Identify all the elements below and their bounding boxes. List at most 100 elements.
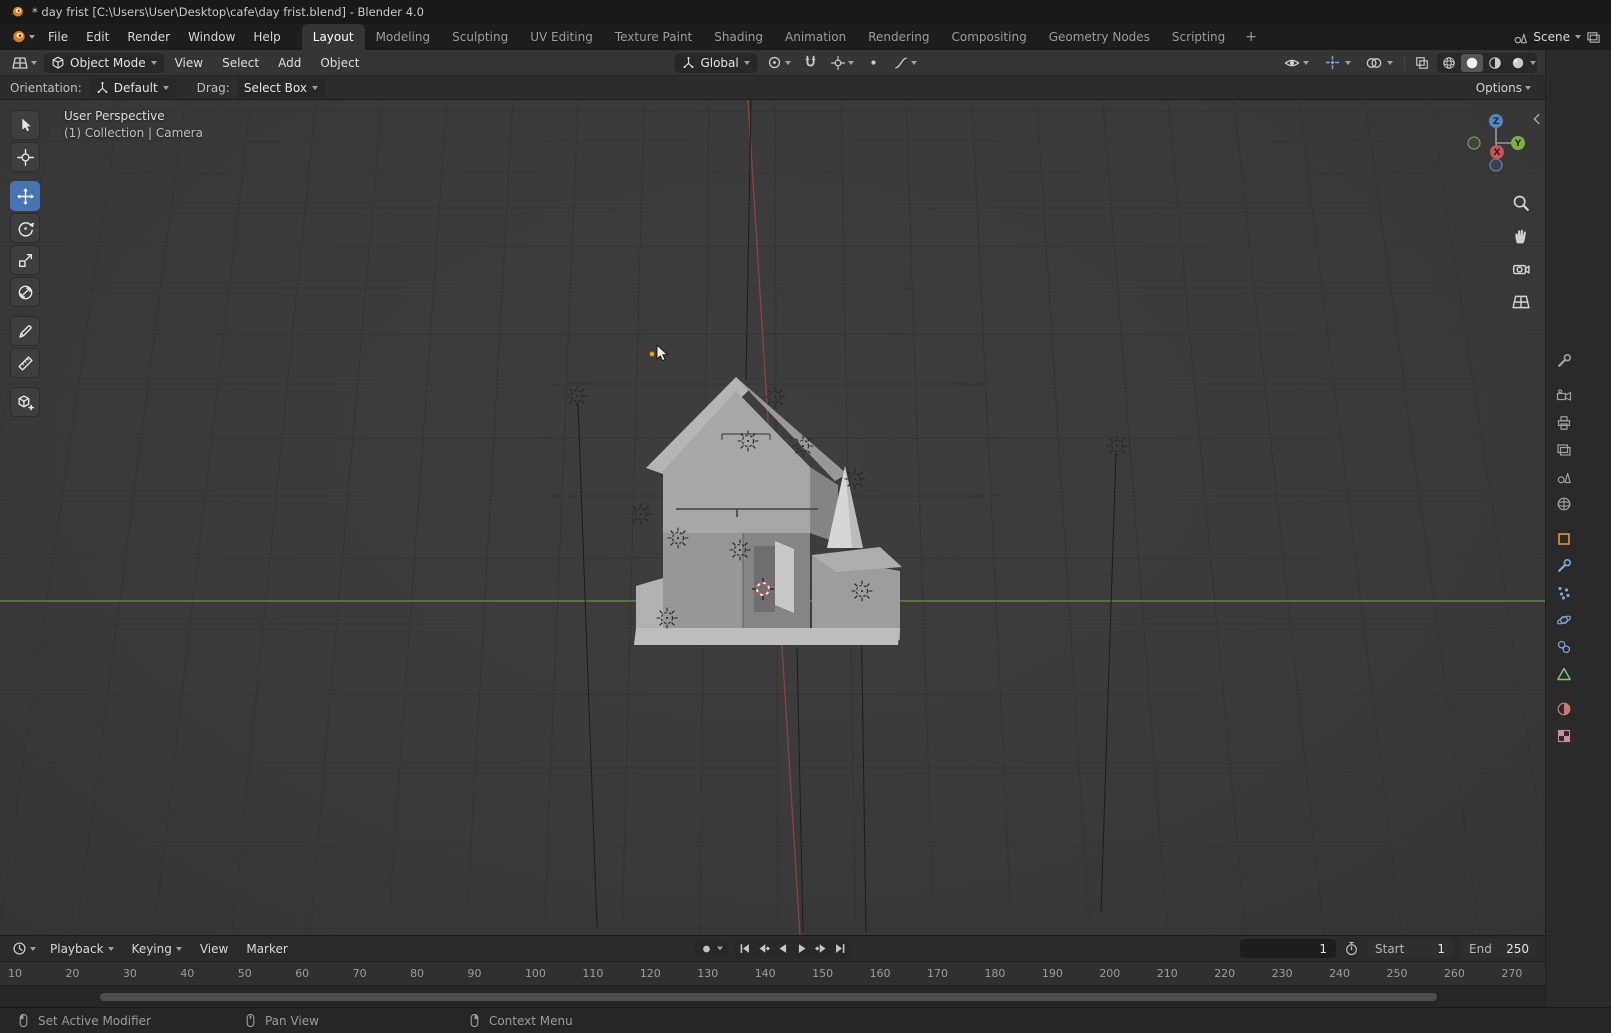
menu-marker[interactable]: Marker <box>238 939 295 959</box>
editor-type-button[interactable] <box>8 53 41 73</box>
light-empty[interactable] <box>792 435 814 457</box>
xray-toggle[interactable] <box>1412 53 1432 73</box>
next-keyframe-button[interactable] <box>812 940 831 957</box>
tab-texture-paint[interactable]: Texture Paint <box>604 24 703 50</box>
light-empty[interactable] <box>844 468 866 490</box>
shading-rendered-button[interactable] <box>1507 54 1529 72</box>
end-frame-field[interactable]: End 250 <box>1461 939 1537 958</box>
tab-texture[interactable] <box>1553 727 1575 744</box>
tool-select-box[interactable] <box>10 110 40 140</box>
light-empty[interactable] <box>737 430 759 452</box>
tool-move[interactable] <box>10 181 40 211</box>
tab-animation[interactable]: Animation <box>774 24 857 50</box>
prev-keyframe-button[interactable] <box>755 940 774 957</box>
snap-target-dropdown[interactable] <box>827 54 858 72</box>
menu-add[interactable]: Add <box>270 53 309 73</box>
pivot-point-dropdown[interactable] <box>763 53 795 72</box>
timeline-scrollbar[interactable] <box>100 993 1437 1001</box>
timeline-editor-type-button[interactable] <box>8 939 40 958</box>
play-reverse-button[interactable] <box>774 940 793 957</box>
light-empty[interactable] <box>566 385 588 407</box>
auto-keying-button[interactable] <box>693 939 728 958</box>
proportional-falloff-dropdown[interactable] <box>890 54 921 72</box>
gizmo-toggle[interactable] <box>1322 53 1342 73</box>
menu-edit[interactable]: Edit <box>77 26 118 48</box>
light-empty[interactable] <box>764 386 786 408</box>
object-origin-dot[interactable] <box>649 350 656 357</box>
tab-scene[interactable] <box>1553 468 1575 485</box>
tab-world[interactable] <box>1553 495 1575 512</box>
tool-transform[interactable] <box>10 277 40 307</box>
menu-render[interactable]: Render <box>118 26 179 48</box>
overlays-dropdown[interactable] <box>1360 51 1397 75</box>
light-empty[interactable] <box>630 503 652 525</box>
zoom-button[interactable] <box>1510 192 1532 214</box>
perspective-toggle-button[interactable] <box>1510 291 1532 313</box>
menu-window[interactable]: Window <box>179 26 244 48</box>
axis-z-ball[interactable]: Z <box>1489 114 1503 128</box>
shading-wireframe-button[interactable] <box>1438 54 1460 72</box>
sidebar-collapse-arrow[interactable] <box>1530 112 1544 126</box>
tab-compositing[interactable]: Compositing <box>940 24 1037 50</box>
axis-x-ball[interactable]: X <box>1490 145 1504 159</box>
menu-view[interactable]: View <box>167 53 211 73</box>
tab-rendering[interactable]: Rendering <box>857 24 940 50</box>
menu-object[interactable]: Object <box>312 53 367 73</box>
3d-viewport[interactable]: User Perspective (1) Collection | Camera <box>0 100 1545 935</box>
proportional-editing-toggle[interactable] <box>864 53 884 73</box>
tool-scale[interactable] <box>10 245 40 275</box>
tool-cursor[interactable] <box>10 142 40 172</box>
light-empty[interactable] <box>1106 435 1128 457</box>
light-empty[interactable] <box>729 539 751 561</box>
tab-constraints[interactable] <box>1553 638 1575 655</box>
camera-view-button[interactable] <box>1510 258 1532 280</box>
axis-y-ball[interactable]: Y <box>1511 136 1525 150</box>
tool-rotate[interactable] <box>10 213 40 243</box>
axis-neg-z-ball[interactable] <box>1489 158 1503 172</box>
tab-view-layer[interactable] <box>1553 441 1575 458</box>
tab-object-data[interactable] <box>1553 665 1575 682</box>
light-empty[interactable] <box>667 527 689 549</box>
jump-to-start-button[interactable] <box>736 940 755 957</box>
shading-material-button[interactable] <box>1484 54 1506 72</box>
jump-to-end-button[interactable] <box>831 940 850 957</box>
start-frame-field[interactable]: Start 1 <box>1367 939 1453 958</box>
tab-tool[interactable] <box>1553 352 1575 369</box>
tab-output[interactable] <box>1553 414 1575 431</box>
menu-playback[interactable]: Playback <box>42 939 122 959</box>
play-button[interactable] <box>793 940 812 957</box>
tab-material[interactable] <box>1553 700 1575 717</box>
shading-solid-button[interactable] <box>1461 53 1483 72</box>
tab-shading[interactable]: Shading <box>703 24 774 50</box>
blender-menu-button[interactable] <box>6 27 39 47</box>
pan-button[interactable] <box>1510 225 1532 247</box>
menu-file[interactable]: File <box>39 26 77 48</box>
mode-dropdown[interactable]: Object Mode <box>44 52 164 73</box>
tab-render[interactable] <box>1553 387 1575 404</box>
tool-add-cube[interactable] <box>10 387 40 417</box>
object-visibility-dropdown[interactable] <box>1280 53 1313 73</box>
tool-measure[interactable] <box>10 348 40 378</box>
current-frame-field[interactable]: 1 <box>1240 939 1336 958</box>
tab-uv-editing[interactable]: UV Editing <box>519 24 604 50</box>
tab-modeling[interactable]: Modeling <box>365 24 442 50</box>
menu-keying[interactable]: Keying <box>124 939 190 959</box>
tab-particles[interactable] <box>1553 584 1575 601</box>
menu-timeline-view[interactable]: View <box>192 939 236 959</box>
snap-toggle[interactable] <box>801 53 821 73</box>
menu-select[interactable]: Select <box>214 53 267 73</box>
show-gizmo-dropdown[interactable] <box>1318 51 1355 75</box>
tab-physics[interactable] <box>1553 611 1575 628</box>
menu-help[interactable]: Help <box>244 26 289 48</box>
orientation-dropdown[interactable]: Global <box>675 52 757 73</box>
tab-scripting[interactable]: Scripting <box>1161 24 1236 50</box>
tab-sculpting[interactable]: Sculpting <box>441 24 519 50</box>
add-workspace-button[interactable]: + <box>1236 24 1266 50</box>
options-dropdown[interactable]: Options <box>1472 79 1535 97</box>
orientation-default-dropdown[interactable]: Default <box>88 77 176 98</box>
navigation-gizmo[interactable]: Z Y X <box>1463 110 1529 176</box>
light-empty[interactable] <box>656 607 678 629</box>
tab-object[interactable] <box>1553 530 1575 547</box>
overlays-toggle[interactable] <box>1364 53 1384 73</box>
light-empty[interactable] <box>851 580 873 602</box>
